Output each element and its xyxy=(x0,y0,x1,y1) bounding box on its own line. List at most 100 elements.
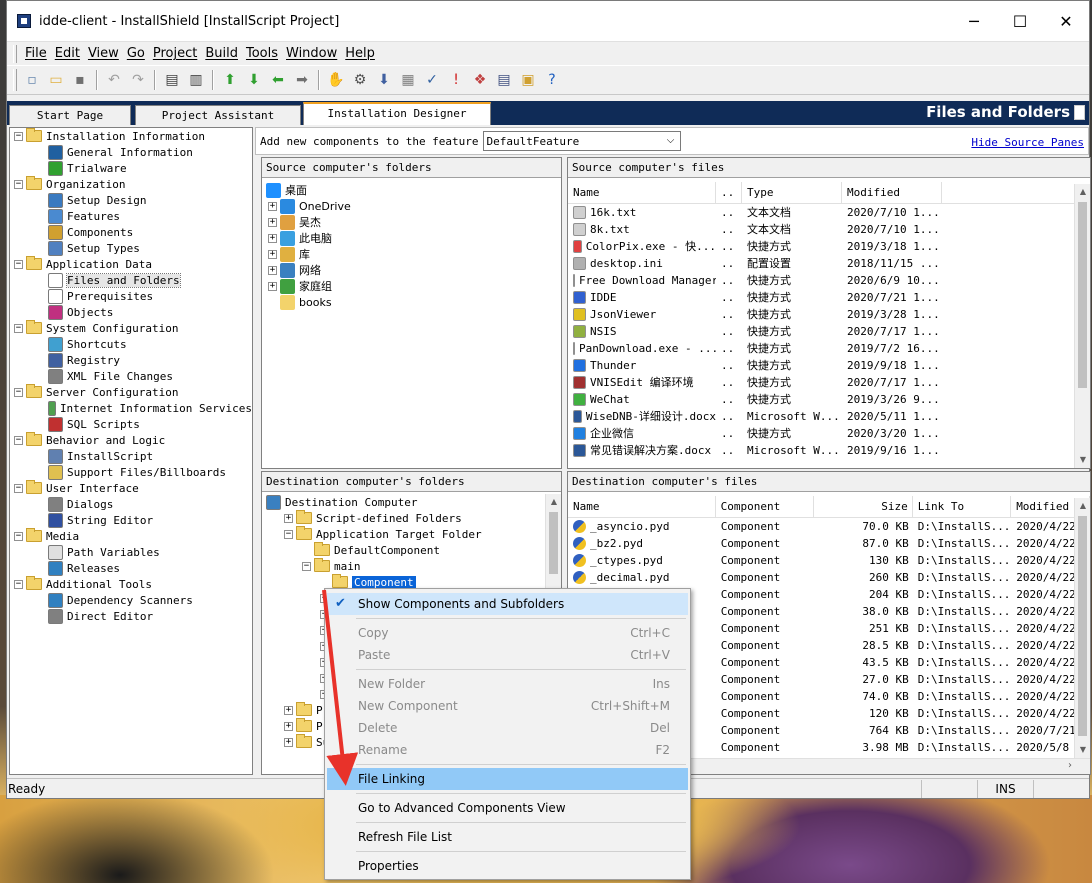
folder-tree-item[interactable]: + 吴杰 xyxy=(262,214,561,230)
expand-icon[interactable]: + xyxy=(268,201,277,211)
dest-files-scrollbar[interactable]: ▲ ▼ xyxy=(1074,498,1090,758)
scroll-down-icon[interactable]: ▼ xyxy=(1075,452,1090,468)
tree-item[interactable]: Direct Editor xyxy=(10,608,252,624)
expand-icon[interactable]: + xyxy=(268,217,277,227)
tree-item[interactable]: Trialware xyxy=(10,160,252,176)
scroll-thumb[interactable] xyxy=(1078,202,1087,388)
scroll-right-icon[interactable]: › xyxy=(1068,760,1072,771)
menu-item-properties[interactable]: Properties xyxy=(327,855,688,877)
menu-window[interactable]: Window xyxy=(282,46,341,61)
debug-icon[interactable]: ❖ xyxy=(469,69,491,91)
folder-tree-item[interactable]: + 此电脑 xyxy=(262,230,561,246)
tree-item[interactable]: Components xyxy=(10,224,252,240)
menu-go[interactable]: Go xyxy=(123,46,149,61)
undo-icon[interactable]: ↶ xyxy=(103,69,125,91)
expand-icon[interactable]: + xyxy=(268,265,277,275)
scroll-up-icon[interactable]: ▲ xyxy=(1075,498,1090,514)
file-row[interactable]: VNISEdit 编译环境.. 快捷方式 2020/7/17 1... xyxy=(568,374,1090,391)
tree-item[interactable]: Registry xyxy=(10,352,252,368)
menu-file[interactable]: File xyxy=(21,46,51,61)
file-row[interactable]: 企业微信.. 快捷方式 2020/3/20 1... xyxy=(568,425,1090,442)
minimize-button[interactable]: ─ xyxy=(951,1,997,41)
menu-item-file-linking[interactable]: File Linking xyxy=(327,768,688,790)
hand-icon[interactable]: ✋ xyxy=(325,69,347,91)
arrow-left-icon[interactable]: ⬅ xyxy=(267,69,289,91)
column-name[interactable]: Name xyxy=(568,182,716,203)
panel-split-icon[interactable]: ▥ xyxy=(185,69,207,91)
tree-group[interactable]: − User Interface xyxy=(10,480,252,496)
scroll-up-icon[interactable]: ▲ xyxy=(546,494,561,510)
column-type[interactable]: Type xyxy=(742,182,842,203)
dest-file-row[interactable]: _decimal.pyd Component 260 KB D:\InstallS..… xyxy=(568,569,1090,586)
panel-left-icon[interactable]: ▤ xyxy=(161,69,183,91)
collapse-icon[interactable]: − xyxy=(14,579,23,589)
tree-group[interactable]: − Media xyxy=(10,528,252,544)
folder-tree-item[interactable]: + 家庭组 xyxy=(262,278,561,294)
tree-item[interactable]: Objects xyxy=(10,304,252,320)
folder-tree-item[interactable]: + OneDrive xyxy=(262,198,561,214)
dest-folder-item[interactable]: + Script-defined Folders xyxy=(262,510,561,526)
dest-file-row[interactable]: _asyncio.pyd Component 70.0 KB D:\InstallS.… xyxy=(568,518,1090,535)
collapse-icon[interactable]: − xyxy=(14,259,23,269)
tree-item[interactable]: Setup Design xyxy=(10,192,252,208)
tab-installation-designer[interactable]: Installation Designer xyxy=(303,102,491,125)
file-row[interactable]: PanDownload.exe - ..... 快捷方式 2019/7/2 16..… xyxy=(568,340,1090,357)
tree-group[interactable]: − Behavior and Logic xyxy=(10,432,252,448)
tree-item[interactable]: Releases xyxy=(10,560,252,576)
column-component[interactable]: Component xyxy=(716,496,815,517)
menu-project[interactable]: Project xyxy=(149,46,201,61)
save-icon[interactable]: ▪ xyxy=(69,69,91,91)
tree-group[interactable]: − Organization xyxy=(10,176,252,192)
menu-tools[interactable]: Tools xyxy=(242,46,282,61)
scroll-down-icon[interactable]: ▼ xyxy=(1075,742,1090,758)
collapse-icon[interactable]: − xyxy=(14,131,23,141)
tree-group[interactable]: − Application Data xyxy=(10,256,252,272)
file-row[interactable]: JsonViewer.. 快捷方式 2019/3/28 1... xyxy=(568,306,1090,323)
arrow-down-icon[interactable]: ⬇ xyxy=(243,69,265,91)
hide-source-panes-link[interactable]: Hide Source Panes xyxy=(971,136,1084,149)
file-row[interactable]: desktop.ini.. 配置设置 2018/11/15 ... xyxy=(568,255,1090,272)
folder-tree-item[interactable]: + 网络 xyxy=(262,262,561,278)
tree-item[interactable]: Dialogs xyxy=(10,496,252,512)
close-button[interactable]: ✕ xyxy=(1043,1,1089,41)
menu-help[interactable]: Help xyxy=(341,46,379,61)
open-folder-icon[interactable]: ▭ xyxy=(45,69,67,91)
file-row[interactable]: WeChat.. 快捷方式 2019/3/26 9... xyxy=(568,391,1090,408)
arrow-up-icon[interactable]: ⬆ xyxy=(219,69,241,91)
tree-item[interactable]: Dependency Scanners xyxy=(10,592,252,608)
expand-icon[interactable]: + xyxy=(284,721,293,731)
tree-item[interactable]: Features xyxy=(10,208,252,224)
expand-icon[interactable]: + xyxy=(284,513,293,523)
tree-item[interactable]: SQL Scripts xyxy=(10,416,252,432)
menu-edit[interactable]: Edit xyxy=(51,46,84,61)
options-icon[interactable]: ▤ xyxy=(493,69,515,91)
collapse-icon[interactable]: − xyxy=(14,323,23,333)
arrow-right-icon[interactable]: ➡ xyxy=(291,69,313,91)
tree-item[interactable]: Files and Folders xyxy=(10,272,252,288)
tree-group[interactable]: − Additional Tools xyxy=(10,576,252,592)
tree-group[interactable]: − Server Configuration xyxy=(10,384,252,400)
package-icon[interactable]: ▣ xyxy=(517,69,539,91)
menu-build[interactable]: Build xyxy=(201,46,242,61)
tree-item[interactable]: Prerequisites xyxy=(10,288,252,304)
folder-tree-item[interactable]: 桌面 xyxy=(262,182,561,198)
source-files-scrollbar[interactable]: ▲ ▼ xyxy=(1074,184,1090,468)
menu-item-show-components-and-subfolders[interactable]: ✔ Show Components and Subfolders xyxy=(327,593,688,615)
dest-folder-item[interactable]: Destination Computer xyxy=(262,494,561,510)
file-row[interactable]: 常见错误解决方案.docx.. Microsoft W... 2019/9/16 1… xyxy=(568,442,1090,459)
collapse-icon[interactable]: − xyxy=(284,529,293,539)
scroll-thumb[interactable] xyxy=(1078,516,1087,736)
file-row[interactable]: 8k.txt.. 文本文档 2020/7/10 1... xyxy=(568,221,1090,238)
dest-folder-item[interactable]: − Application Target Folder xyxy=(262,526,561,542)
dest-file-row[interactable]: _bz2.pyd Component 87.0 KB D:\InstallS... 20… xyxy=(568,535,1090,552)
dest-folder-item[interactable]: − main xyxy=(262,558,561,574)
column-modified[interactable]: Modified xyxy=(842,182,942,203)
dest-folder-item[interactable]: DefaultComponent xyxy=(262,542,561,558)
tree-group[interactable]: − System Configuration xyxy=(10,320,252,336)
tab-start-page[interactable]: Start Page xyxy=(9,105,131,125)
column-link-to[interactable]: Link To xyxy=(913,496,1012,517)
column-dots[interactable]: .. xyxy=(716,182,742,203)
file-row[interactable]: Free Download Manager.. 快捷方式 2020/6/9 10..… xyxy=(568,272,1090,289)
tree-item[interactable]: Internet Information Services xyxy=(10,400,252,416)
file-row[interactable]: WiseDNB-详细设计.docx.. Microsoft W... 2020/5/… xyxy=(568,408,1090,425)
